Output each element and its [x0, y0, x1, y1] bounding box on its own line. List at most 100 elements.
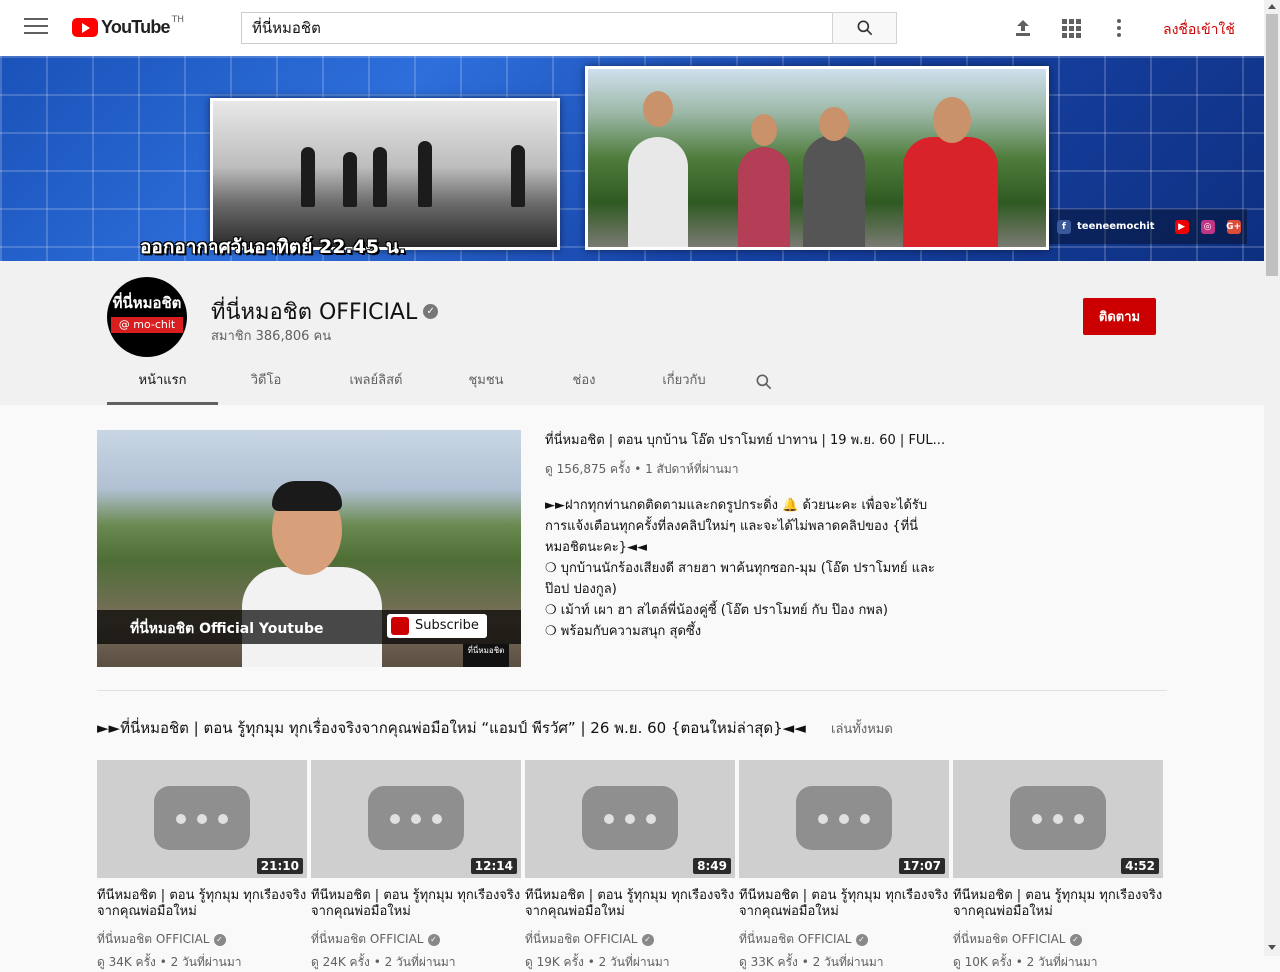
- menu-icon[interactable]: [24, 18, 48, 38]
- video-duration: 12:14: [470, 858, 517, 874]
- video-card[interactable]: 4:52 ที่นี่หมอชิต | ตอน รู้ทุกมุม ทุกเรื…: [953, 760, 1163, 972]
- video-card[interactable]: 21:10 ที่นี่หมอชิต | ตอน รู้ทุกมุม ทุกเร…: [97, 760, 307, 972]
- verified-icon: ✓: [213, 933, 226, 946]
- video-channel[interactable]: ที่นี่หมอชิต OFFICIAL ✓: [311, 930, 521, 949]
- avatar-title: ที่นี่หมอชิต: [112, 294, 182, 312]
- featured-video-thumbnail[interactable]: ที่นี่หมอชิต Official Youtube Subscribe …: [97, 430, 521, 667]
- upload-icon[interactable]: [1011, 16, 1035, 40]
- masthead: YouTube TH ที่นี่หมอชิต ลงชื่อเข้าใช้: [0, 0, 1264, 56]
- play-all-link[interactable]: เล่นทั้งหมด: [831, 718, 893, 739]
- video-title[interactable]: ที่นี่หมอชิต | ตอน รู้ทุกมุม ทุกเรื่องจร…: [739, 888, 949, 920]
- logo-text: YouTube: [101, 17, 171, 37]
- video-title[interactable]: ที่นี่หมอชิต | ตอน รู้ทุกมุม ทุกเรื่องจร…: [311, 888, 521, 920]
- scrollbar[interactable]: [1264, 0, 1280, 956]
- video-channel-name[interactable]: ที่นี่หมอชิต OFFICIAL: [311, 932, 424, 946]
- video-thumbnail[interactable]: 12:14: [311, 760, 521, 878]
- thumbnail-overlay-text: ที่นี่หมอชิต Official Youtube: [130, 621, 324, 637]
- video-card[interactable]: 17:07 ที่นี่หมอชิต | ตอน รู้ทุกมุม ทุกเร…: [739, 760, 949, 972]
- verified-icon: ✓: [855, 933, 868, 946]
- youtube-icon[interactable]: ▶: [1174, 219, 1189, 234]
- channel-name: ที่นี่หมอชิต OFFICIAL ✓: [211, 294, 439, 329]
- tab-channels[interactable]: ช่อง: [534, 365, 634, 405]
- apps-grid-icon[interactable]: [1059, 16, 1083, 40]
- video-channel-name[interactable]: ที่นี่หมอชิต OFFICIAL: [97, 932, 210, 946]
- thumbnail-channel-logo: ที่นี่หมอชิต: [463, 644, 509, 667]
- tab-home[interactable]: หน้าแรก: [107, 365, 218, 405]
- video-title[interactable]: ที่นี่หมอชิต | ตอน รู้ทุกมุม ทุกเรื่องจร…: [953, 888, 1163, 920]
- search-button[interactable]: [832, 12, 897, 44]
- banner-social-links: f teeneemochit ▶ ◎ G+: [1049, 209, 1247, 244]
- video-thumbnail[interactable]: 8:49: [525, 760, 735, 878]
- channel-avatar[interactable]: ที่นี่หมอชิต @ mo-chit: [107, 277, 187, 357]
- tab-playlists[interactable]: เพลย์ลิสต์: [314, 365, 438, 405]
- subscriber-count: สมาชิก 386,806 คน: [211, 329, 332, 344]
- video-channel[interactable]: ที่นี่หมอชิต OFFICIAL ✓: [739, 930, 949, 949]
- placeholder-video-icon: [368, 786, 464, 850]
- sign-in-link[interactable]: ลงชื่อเข้าใช้: [1163, 19, 1235, 41]
- thumbnail-subscribe-graphic: Subscribe: [387, 614, 487, 638]
- tab-about[interactable]: เกี่ยวกับ: [634, 365, 734, 405]
- verified-icon: ✓: [641, 933, 654, 946]
- logo-country: TH: [171, 14, 184, 25]
- video-card[interactable]: 8:49 ที่นี่หมอชิต | ตอน รู้ทุกมุม ทุกเรื…: [525, 760, 735, 972]
- scroll-thumb[interactable]: [1266, 14, 1278, 276]
- description-line: ❍ บุกบ้านนักร้องเสียงดี สายฮา พาค้นทุกซอ…: [545, 561, 935, 597]
- channel-home-content: ที่นี่หมอชิต Official Youtube Subscribe …: [0, 405, 1264, 969]
- channel-name-text: ที่นี่หมอชิต OFFICIAL: [211, 300, 418, 325]
- video-channel-name[interactable]: ที่นี่หมอชิต OFFICIAL: [953, 932, 1066, 946]
- video-duration: 17:07: [898, 858, 945, 874]
- google-plus-icon[interactable]: G+: [1226, 219, 1241, 234]
- divider: [97, 690, 1167, 691]
- video-channel-name[interactable]: ที่นี่หมอชิต OFFICIAL: [739, 932, 852, 946]
- video-thumbnail[interactable]: 21:10: [97, 760, 307, 878]
- banner-caption: ออกอากาศวันอาทิตย์ 22.45 น.: [140, 236, 406, 258]
- video-duration: 4:52: [1121, 858, 1159, 874]
- channel-search-button[interactable]: [734, 365, 794, 405]
- more-vertical-icon[interactable]: [1107, 16, 1131, 40]
- description-line: ❍ เม้าท์ เผา ฮา สไตล์พี่น้องคู่ซี้ (โอ๊ต…: [545, 603, 888, 618]
- placeholder-video-icon: [1010, 786, 1106, 850]
- social-handle: teeneemochit: [1077, 221, 1155, 232]
- video-thumbnail[interactable]: 17:07: [739, 760, 949, 878]
- placeholder-video-icon: [796, 786, 892, 850]
- banner-photo-hosts: [585, 66, 1049, 250]
- channel-tabs: หน้าแรก วิดีโอ เพลย์ลิสต์ ชุมชน ช่อง เกี…: [107, 365, 794, 405]
- scroll-up-icon[interactable]: [1268, 4, 1276, 9]
- video-channel[interactable]: ที่นี่หมอชิต OFFICIAL ✓: [97, 930, 307, 949]
- description-line: ❍ พร้อมกับความสนุก สุดซึ้ง: [545, 624, 702, 639]
- video-duration: 21:10: [256, 858, 303, 874]
- video-channel-name[interactable]: ที่นี่หมอชิต OFFICIAL: [525, 932, 638, 946]
- video-channel[interactable]: ที่นี่หมอชิต OFFICIAL ✓: [953, 930, 1163, 949]
- featured-video-title[interactable]: ที่นี่หมอชิต | ตอน บุกบ้าน โอ๊ต ปราโมทย์…: [545, 429, 945, 450]
- featured-video-description: ►►ฝากทุกท่านกดติดตามและกดรูปกระดิ่ง 🔔 ด้…: [545, 495, 945, 642]
- facebook-icon[interactable]: f: [1057, 219, 1071, 234]
- featured-video-meta: ดู 156,875 ครั้ง • 1 สัปดาห์ที่ผ่านมา: [545, 462, 739, 476]
- search-icon: [756, 374, 772, 390]
- search-input[interactable]: ที่นี่หมอชิต: [241, 12, 833, 44]
- video-thumbnail[interactable]: 4:52: [953, 760, 1163, 878]
- shelf-title[interactable]: ►►ที่นี่หมอชิต | ตอน รู้ทุกมุม ทุกเรื่อง…: [97, 716, 806, 740]
- verified-icon: ✓: [427, 933, 440, 946]
- channel-header: ที่นี่หมอชิต @ mo-chit ที่นี่หมอชิต OFFI…: [0, 261, 1264, 405]
- video-shelf: 21:10 ที่นี่หมอชิต | ตอน รู้ทุกมุม ทุกเร…: [97, 760, 1167, 972]
- verified-icon: ✓: [423, 303, 439, 319]
- banner-photo-bw: [210, 98, 560, 250]
- tab-community[interactable]: ชุมชน: [438, 365, 534, 405]
- placeholder-video-icon: [582, 786, 678, 850]
- placeholder-video-icon: [154, 786, 250, 850]
- video-card[interactable]: 12:14 ที่นี่หมอชิต | ตอน รู้ทุกมุม ทุกเร…: [311, 760, 521, 972]
- scroll-down-icon[interactable]: [1268, 945, 1276, 950]
- video-duration: 8:49: [693, 858, 731, 874]
- search-icon: [857, 20, 873, 36]
- video-channel[interactable]: ที่นี่หมอชิต OFFICIAL ✓: [525, 930, 735, 949]
- video-title[interactable]: ที่นี่หมอชิต | ตอน รู้ทุกมุม ทุกเรื่องจร…: [97, 888, 307, 920]
- tab-videos[interactable]: วิดีโอ: [218, 365, 314, 405]
- youtube-play-icon: [72, 18, 98, 37]
- subscribe-button[interactable]: ติดตาม: [1083, 298, 1156, 335]
- verified-icon: ✓: [1069, 933, 1082, 946]
- video-title[interactable]: ที่นี่หมอชิต | ตอน รู้ทุกมุม ทุกเรื่องจร…: [525, 888, 735, 920]
- description-line: ►►ฝากทุกท่านกดติดตามและกดรูปกระดิ่ง 🔔 ด้…: [545, 498, 928, 555]
- youtube-logo[interactable]: YouTube TH: [72, 14, 184, 38]
- channel-banner: ออกอากาศวันอาทิตย์ 22.45 น. f teeneemoch…: [0, 56, 1264, 261]
- instagram-icon[interactable]: ◎: [1200, 219, 1215, 234]
